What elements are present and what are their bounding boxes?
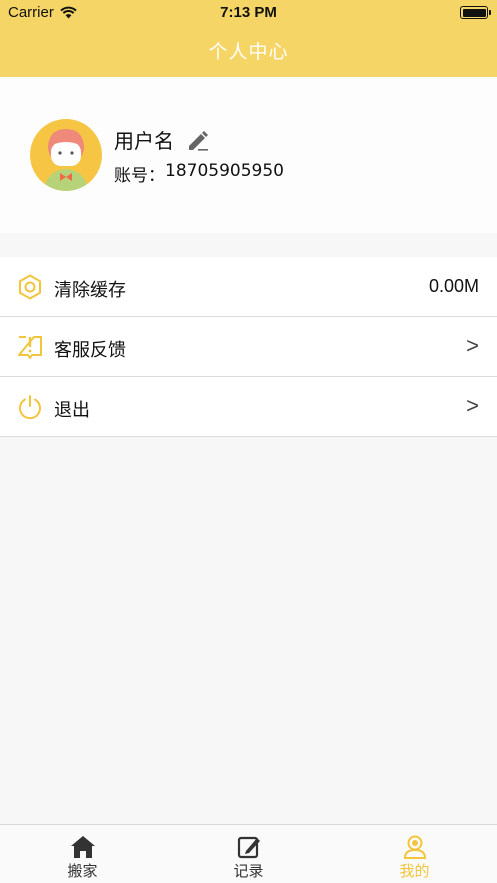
- clear-cache-label: 清除缓存: [54, 280, 126, 301]
- tab-move-label: 搬家: [67, 862, 98, 880]
- tab-records[interactable]: 记录: [166, 825, 331, 883]
- tab-mine[interactable]: 我的: [332, 825, 497, 883]
- account-label: 账号：: [114, 166, 165, 186]
- chevron-right-icon: >: [466, 393, 479, 418]
- tab-move[interactable]: 搬家: [0, 825, 165, 883]
- tab-mine-label: 我的: [399, 862, 430, 880]
- battery-icon: [460, 6, 491, 19]
- tab-records-label: 记录: [233, 862, 264, 880]
- feedback-label: 客服反馈: [54, 340, 126, 361]
- account-info: 账号： 18705905950: [114, 161, 284, 186]
- clear-cache-row[interactable]: 清除缓存 0.00M: [0, 257, 497, 317]
- power-icon: [19, 395, 41, 420]
- page-title: 个人中心: [208, 41, 289, 63]
- cache-size: 0.00M: [428, 276, 479, 296]
- profile-card: 用户名 账号： 18705905950: [0, 77, 497, 233]
- logout-label: 退出: [54, 400, 90, 421]
- hexagon-icon: [19, 274, 41, 300]
- avatar[interactable]: [30, 119, 102, 191]
- status-bar: Carrier 7:13 PM: [0, 0, 497, 26]
- edit-note-icon: [237, 836, 260, 859]
- chevron-right-icon: >: [466, 333, 479, 358]
- header: Carrier 7:13 PM 个人中心: [0, 0, 497, 77]
- username-row: 用户名: [114, 125, 210, 154]
- settings-list: 清除缓存 0.00M 客服反馈 > 退出 >: [0, 257, 497, 437]
- user-icon: [403, 835, 427, 859]
- feedback-book-icon: [18, 336, 42, 359]
- tab-bar: 搬家 记录 我的: [0, 824, 497, 883]
- home-icon: [71, 836, 95, 858]
- clock: 7:13 PM: [220, 4, 277, 21]
- username: 用户名: [114, 129, 174, 153]
- logout-row[interactable]: 退出 >: [0, 377, 497, 437]
- account-number: 18705905950: [165, 161, 284, 181]
- feedback-row[interactable]: 客服反馈 >: [0, 317, 497, 377]
- pencil-edit-icon[interactable]: [186, 128, 210, 152]
